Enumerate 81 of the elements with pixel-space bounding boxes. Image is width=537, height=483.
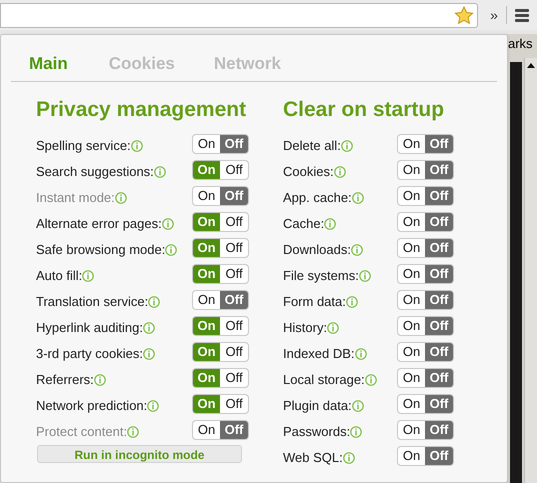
info-icon[interactable] bbox=[142, 322, 155, 334]
setting-label: Auto fill: bbox=[36, 267, 82, 286]
bookmark-label[interactable]: arks bbox=[508, 34, 533, 54]
toggle-switch[interactable]: On Off bbox=[192, 134, 249, 154]
scrollbar[interactable] bbox=[524, 58, 537, 483]
toggle-switch[interactable]: On Off bbox=[397, 394, 454, 414]
star-icon[interactable] bbox=[454, 6, 474, 24]
toggle-switch[interactable]: On Off bbox=[192, 290, 249, 310]
toggle-switch[interactable]: On Off bbox=[397, 134, 454, 154]
info-icon[interactable] bbox=[127, 426, 140, 438]
toggle-switch[interactable]: On Off bbox=[397, 368, 454, 388]
info-icon[interactable] bbox=[352, 192, 364, 204]
info-icon[interactable] bbox=[94, 374, 106, 386]
info-icon[interactable] bbox=[82, 270, 94, 282]
toggle-switch[interactable]: On Off bbox=[397, 186, 454, 206]
toggle-switch[interactable]: On Off bbox=[192, 316, 249, 336]
info-icon[interactable] bbox=[334, 166, 346, 178]
section-heading: Privacy management bbox=[36, 98, 248, 123]
toggle-switch[interactable]: On Off bbox=[192, 238, 249, 258]
setting-label: App. cache: bbox=[283, 189, 352, 208]
setting-label: Cache: bbox=[283, 215, 324, 234]
toggle-switch[interactable]: On Off bbox=[397, 238, 454, 258]
toggle-switch[interactable]: On Off bbox=[397, 212, 454, 232]
info-icon[interactable] bbox=[350, 244, 363, 256]
setting-label: Local storage: bbox=[283, 371, 365, 390]
info-icon[interactable] bbox=[142, 348, 155, 360]
toggle-switch[interactable]: On Off bbox=[192, 368, 249, 388]
info-icon[interactable] bbox=[114, 192, 127, 204]
overflow-button[interactable]: » bbox=[486, 4, 502, 26]
setting-label: Passwords: bbox=[283, 423, 350, 442]
info-icon[interactable] bbox=[165, 244, 178, 256]
info-icon[interactable] bbox=[327, 322, 340, 334]
setting-label: Network prediction: bbox=[36, 397, 148, 416]
menu-icon[interactable] bbox=[515, 8, 529, 22]
toggle-switch[interactable]: On Off bbox=[397, 342, 454, 362]
toggle-switch[interactable]: On Off bbox=[397, 264, 454, 284]
info-icon[interactable] bbox=[358, 270, 371, 282]
setting-label: Cookies: bbox=[283, 163, 334, 182]
info-icon[interactable] bbox=[162, 218, 174, 230]
setting-label: Protect content: bbox=[36, 423, 128, 442]
toggle-switch[interactable]: On Off bbox=[397, 420, 454, 440]
toggle-switch[interactable]: On Off bbox=[397, 316, 454, 336]
info-icon[interactable] bbox=[352, 400, 364, 412]
setting-label: Delete all: bbox=[283, 137, 341, 156]
toggle-switch[interactable]: On Off bbox=[397, 160, 454, 180]
setting-label: Hyperlink auditing: bbox=[36, 319, 143, 338]
info-icon[interactable] bbox=[148, 296, 160, 308]
toggle-switch[interactable]: On Off bbox=[192, 160, 249, 180]
info-icon[interactable] bbox=[130, 140, 143, 152]
setting-label: Alternate error pages: bbox=[36, 215, 162, 234]
setting-label: Safe browsiong mode: bbox=[36, 241, 166, 260]
info-icon[interactable] bbox=[350, 426, 362, 438]
setting-label: History: bbox=[283, 319, 328, 338]
toggle-switch[interactable]: On Off bbox=[192, 342, 249, 362]
setting-label: Instant mode: bbox=[36, 189, 115, 208]
info-icon[interactable] bbox=[340, 140, 353, 152]
setting-label: 3-rd party cookies: bbox=[36, 345, 143, 364]
section-heading: Clear on startup bbox=[283, 98, 446, 123]
setting-label: Spelling service: bbox=[36, 137, 131, 156]
info-icon[interactable] bbox=[354, 348, 367, 360]
info-icon[interactable] bbox=[154, 166, 166, 178]
info-icon[interactable] bbox=[346, 296, 358, 308]
toggle-switch[interactable]: On Off bbox=[397, 446, 454, 466]
toggle-switch[interactable]: On Off bbox=[192, 212, 249, 232]
info-icon[interactable] bbox=[324, 218, 336, 230]
setting-label: Downloads: bbox=[283, 241, 351, 260]
setting-label: File systems: bbox=[283, 267, 359, 286]
setting-label: Plugin data: bbox=[283, 397, 352, 416]
setting-label: Indexed DB: bbox=[283, 345, 355, 364]
setting-label: Referrers: bbox=[36, 371, 94, 390]
info-icon[interactable] bbox=[147, 400, 160, 412]
toggle-switch[interactable]: On Off bbox=[397, 290, 454, 310]
setting-label: Search suggestions: bbox=[36, 163, 154, 182]
setting-label: Web SQL: bbox=[283, 449, 343, 468]
setting-label: Translation service: bbox=[36, 293, 148, 312]
info-icon[interactable] bbox=[364, 374, 377, 386]
address-bar[interactable] bbox=[0, 2, 478, 28]
info-icon[interactable] bbox=[342, 452, 355, 464]
setting-label: Form data: bbox=[283, 293, 346, 312]
toggle-switch[interactable]: On Off bbox=[192, 394, 249, 414]
toggle-switch[interactable]: On Off bbox=[192, 264, 249, 284]
